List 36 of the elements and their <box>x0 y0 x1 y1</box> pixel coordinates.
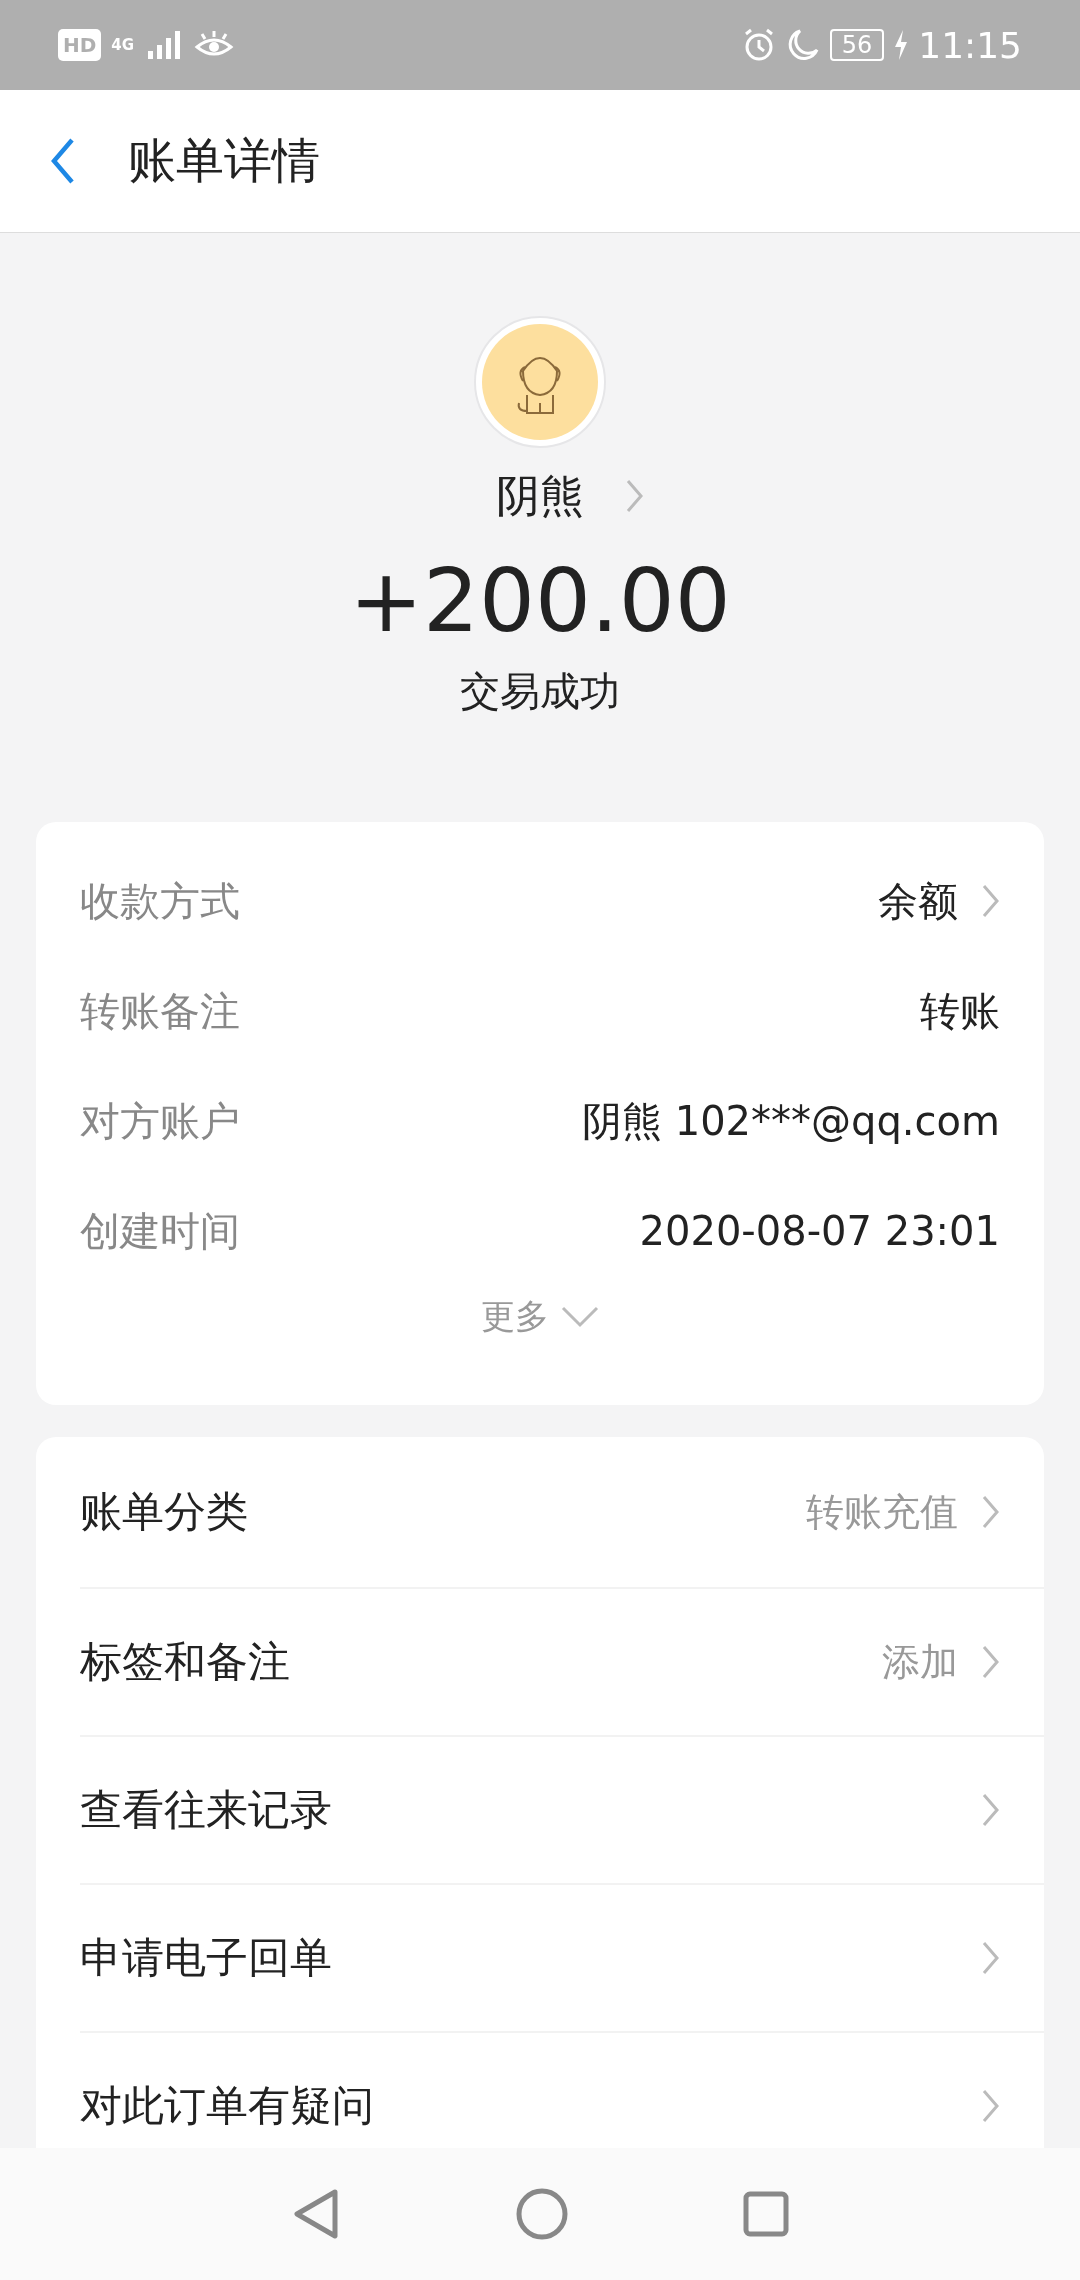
avatar[interactable] <box>473 315 607 449</box>
action-label[interactable]: 查看往来记录 <box>80 1782 958 1838</box>
back-nav-icon[interactable] <box>291 2188 341 2240</box>
action-value: 转账充值 <box>806 1488 958 1536</box>
network-label: 4G <box>111 36 135 54</box>
chevron-icon[interactable] <box>982 1793 1000 1827</box>
contact-name[interactable]: 阴熊 <box>496 467 584 526</box>
hd-icon: HD <box>58 29 102 61</box>
detail-label: 收款方式 <box>80 876 241 926</box>
transaction-status: 交易成功 <box>460 666 620 716</box>
action-label[interactable]: 标签和备注 <box>80 1634 882 1690</box>
home-icon[interactable] <box>516 2188 568 2240</box>
action-label[interactable]: 对此订单有疑问 <box>80 2078 958 2134</box>
chevron-icon[interactable] <box>982 1645 1000 1679</box>
battery-indicator: 56 <box>829 29 885 61</box>
chevron-icon[interactable] <box>982 884 1000 918</box>
detail-value: 余额 <box>878 876 958 926</box>
page-title: 账单详情 <box>128 131 320 190</box>
expand-icon[interactable] <box>561 1306 599 1328</box>
amount: +200.00 <box>349 548 731 654</box>
action-label[interactable]: 账单分类 <box>80 1484 806 1540</box>
detail-value: 转账 <box>920 986 1000 1036</box>
action-value: 添加 <box>882 1638 958 1686</box>
detail-value: 阴熊 102***@qq.com <box>582 1096 1000 1146</box>
chevron-icon <box>626 479 644 513</box>
detail-label: 对方账户 <box>80 1096 241 1146</box>
detail-label: 创建时间 <box>80 1206 241 1256</box>
recents-icon[interactable] <box>743 2191 789 2237</box>
chevron-icon[interactable] <box>982 2089 1000 2123</box>
detail-label: 转账备注 <box>80 986 241 1036</box>
charging-icon <box>894 30 909 60</box>
chevron-icon[interactable] <box>982 1941 1000 1975</box>
chevron-icon[interactable] <box>982 1495 1000 1529</box>
action-label[interactable]: 申请电子回单 <box>80 1930 958 1986</box>
detail-value: 2020-08-07 23:01 <box>639 1208 1000 1254</box>
clock: 11:15 <box>918 24 1022 66</box>
